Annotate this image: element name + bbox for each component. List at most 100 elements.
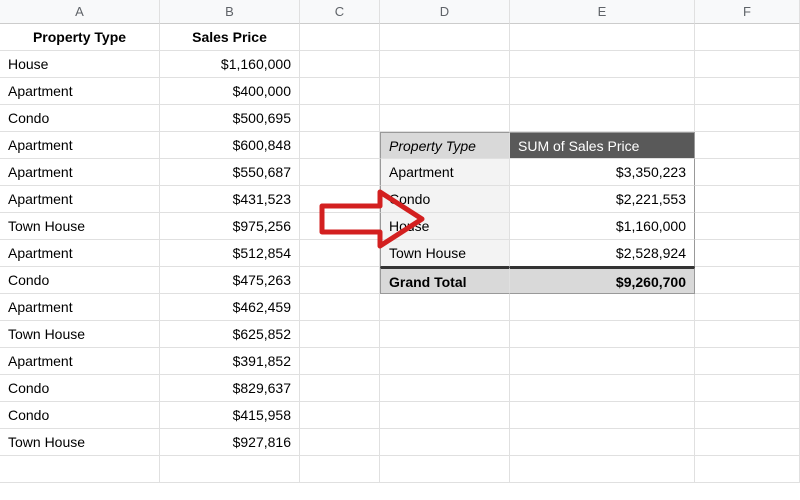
empty-cell[interactable]	[695, 186, 800, 213]
pivot-header-type[interactable]: Property Type	[380, 132, 510, 159]
empty-cell[interactable]	[695, 267, 800, 294]
empty-cell[interactable]	[695, 321, 800, 348]
empty-cell[interactable]	[695, 375, 800, 402]
empty-cell[interactable]	[695, 240, 800, 267]
source-cell-price[interactable]: $550,687	[160, 159, 300, 186]
col-header-a[interactable]: A	[0, 0, 160, 24]
source-cell-price[interactable]: $927,816	[160, 429, 300, 456]
source-cell-type[interactable]: Apartment	[0, 159, 160, 186]
empty-cell[interactable]	[380, 24, 510, 51]
empty-cell[interactable]	[695, 429, 800, 456]
source-cell-price[interactable]: $400,000	[160, 78, 300, 105]
source-cell-type[interactable]: Town House	[0, 321, 160, 348]
empty-cell[interactable]	[510, 24, 695, 51]
empty-cell[interactable]	[300, 321, 380, 348]
empty-cell[interactable]	[380, 321, 510, 348]
source-cell-price[interactable]: $512,854	[160, 240, 300, 267]
pivot-row-label[interactable]: Town House	[380, 240, 510, 267]
empty-cell[interactable]	[695, 51, 800, 78]
empty-cell[interactable]	[695, 132, 800, 159]
empty-cell[interactable]	[695, 402, 800, 429]
empty-cell[interactable]	[380, 78, 510, 105]
empty-cell[interactable]	[510, 456, 695, 483]
empty-cell[interactable]	[380, 348, 510, 375]
empty-cell[interactable]	[380, 51, 510, 78]
empty-cell[interactable]	[695, 213, 800, 240]
empty-cell[interactable]	[510, 51, 695, 78]
empty-cell[interactable]	[380, 375, 510, 402]
source-cell-type[interactable]: Apartment	[0, 240, 160, 267]
pivot-row-value[interactable]: $3,350,223	[510, 159, 695, 186]
source-cell-price[interactable]: $431,523	[160, 186, 300, 213]
empty-cell[interactable]	[510, 78, 695, 105]
empty-cell[interactable]	[300, 402, 380, 429]
empty-cell[interactable]	[695, 456, 800, 483]
source-cell-type[interactable]: Town House	[0, 213, 160, 240]
col-header-f[interactable]: F	[695, 0, 800, 24]
pivot-row-value[interactable]: $1,160,000	[510, 213, 695, 240]
col-header-b[interactable]: B	[160, 0, 300, 24]
pivot-header-sum[interactable]: SUM of Sales Price	[510, 132, 695, 159]
spreadsheet-grid[interactable]: A B C D E F Property Type Sales Price Ho…	[0, 0, 800, 483]
source-cell-price[interactable]: $391,852	[160, 348, 300, 375]
empty-cell[interactable]	[510, 348, 695, 375]
pivot-row-label[interactable]: Condo	[380, 186, 510, 213]
empty-cell[interactable]	[160, 456, 300, 483]
empty-cell[interactable]	[380, 429, 510, 456]
empty-cell[interactable]	[300, 267, 380, 294]
source-cell-type[interactable]: Condo	[0, 267, 160, 294]
empty-cell[interactable]	[300, 24, 380, 51]
pivot-row-value[interactable]: $2,221,553	[510, 186, 695, 213]
empty-cell[interactable]	[695, 24, 800, 51]
col-header-e[interactable]: E	[510, 0, 695, 24]
empty-cell[interactable]	[300, 105, 380, 132]
empty-cell[interactable]	[510, 429, 695, 456]
source-cell-type[interactable]: Town House	[0, 429, 160, 456]
source-header-type[interactable]: Property Type	[0, 24, 160, 51]
source-cell-type[interactable]: Condo	[0, 375, 160, 402]
empty-cell[interactable]	[380, 294, 510, 321]
empty-cell[interactable]	[510, 321, 695, 348]
empty-cell[interactable]	[300, 132, 380, 159]
empty-cell[interactable]	[300, 159, 380, 186]
empty-cell[interactable]	[300, 348, 380, 375]
empty-cell[interactable]	[300, 429, 380, 456]
source-cell-type[interactable]: Apartment	[0, 294, 160, 321]
empty-cell[interactable]	[510, 294, 695, 321]
empty-cell[interactable]	[300, 294, 380, 321]
empty-cell[interactable]	[300, 186, 380, 213]
pivot-grand-total-label[interactable]: Grand Total	[380, 267, 510, 294]
source-cell-price[interactable]: $829,637	[160, 375, 300, 402]
source-cell-price[interactable]: $625,852	[160, 321, 300, 348]
empty-cell[interactable]	[510, 105, 695, 132]
empty-cell[interactable]	[300, 51, 380, 78]
source-cell-price[interactable]: $475,263	[160, 267, 300, 294]
source-cell-type[interactable]: Apartment	[0, 78, 160, 105]
pivot-row-value[interactable]: $2,528,924	[510, 240, 695, 267]
source-cell-price[interactable]: $1,160,000	[160, 51, 300, 78]
empty-cell[interactable]	[695, 348, 800, 375]
empty-cell[interactable]	[0, 456, 160, 483]
empty-cell[interactable]	[695, 105, 800, 132]
source-cell-price[interactable]: $415,958	[160, 402, 300, 429]
empty-cell[interactable]	[695, 294, 800, 321]
empty-cell[interactable]	[300, 456, 380, 483]
empty-cell[interactable]	[510, 402, 695, 429]
source-cell-type[interactable]: House	[0, 51, 160, 78]
col-header-d[interactable]: D	[380, 0, 510, 24]
source-cell-type[interactable]: Apartment	[0, 186, 160, 213]
empty-cell[interactable]	[380, 105, 510, 132]
pivot-row-label[interactable]: House	[380, 213, 510, 240]
pivot-grand-total-value[interactable]: $9,260,700	[510, 267, 695, 294]
empty-cell[interactable]	[695, 78, 800, 105]
empty-cell[interactable]	[695, 159, 800, 186]
source-cell-type[interactable]: Condo	[0, 402, 160, 429]
source-cell-type[interactable]: Condo	[0, 105, 160, 132]
source-header-price[interactable]: Sales Price	[160, 24, 300, 51]
source-cell-type[interactable]: Apartment	[0, 348, 160, 375]
empty-cell[interactable]	[300, 375, 380, 402]
empty-cell[interactable]	[510, 375, 695, 402]
source-cell-type[interactable]: Apartment	[0, 132, 160, 159]
empty-cell[interactable]	[300, 240, 380, 267]
empty-cell[interactable]	[300, 78, 380, 105]
